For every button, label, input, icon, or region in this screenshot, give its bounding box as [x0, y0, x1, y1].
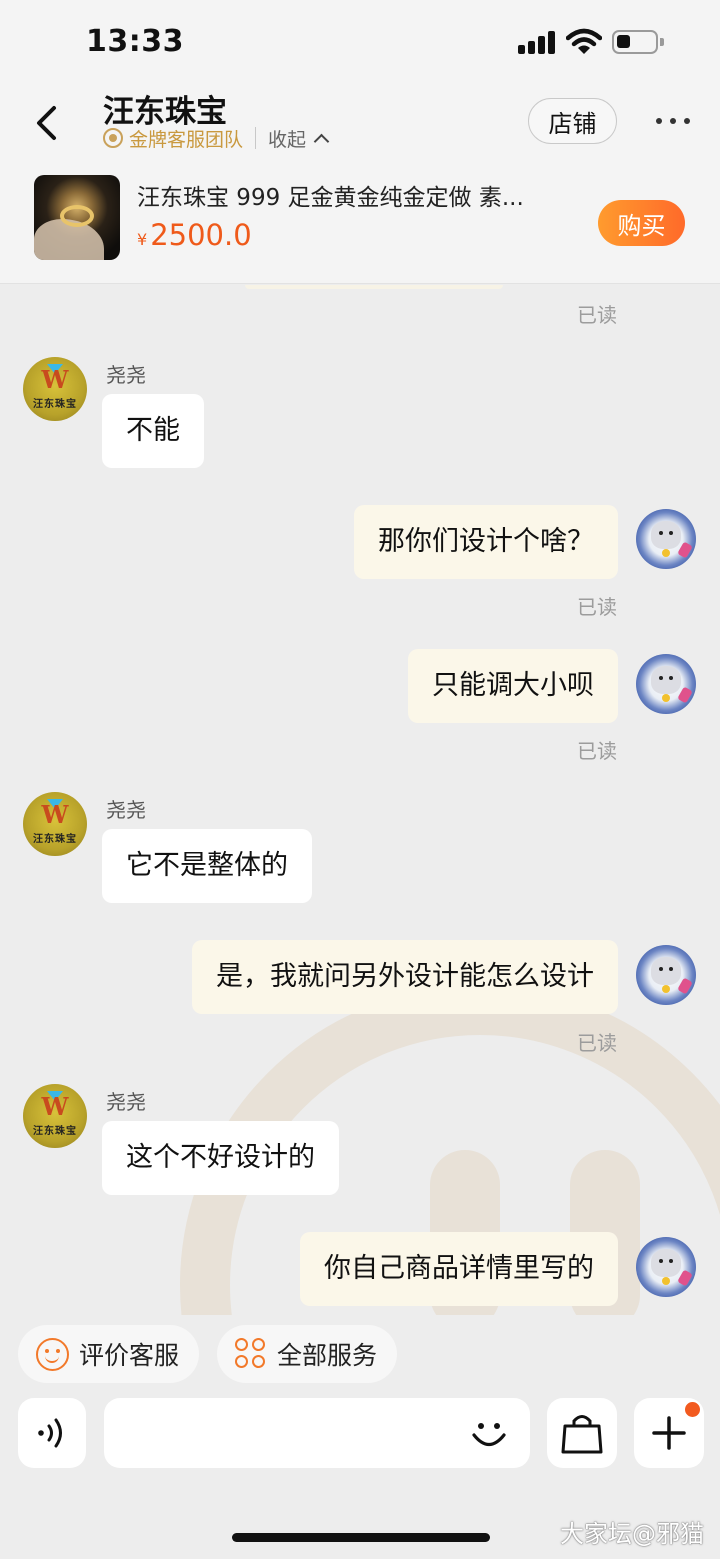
agent-avatar[interactable]: W 汪东珠宝 [23, 1084, 87, 1148]
chat-header: 汪东珠宝 金牌客服团队 收起 店铺 汪东珠宝 999 足金黄金纯金定做 素...… [0, 84, 720, 284]
status-bar: 13:33 [0, 0, 720, 84]
all-services-label: 全部服务 [277, 1341, 378, 1370]
header-subline: 金牌客服团队 收起 [103, 124, 330, 152]
buy-button[interactable]: 购买 [598, 200, 685, 246]
read-receipt: 已读 [577, 1031, 617, 1055]
user-avatar[interactable] [636, 945, 696, 1005]
agent-avatar[interactable]: W 汪东珠宝 [23, 357, 87, 421]
services-grid-icon [235, 1338, 267, 1370]
user-avatar[interactable] [636, 654, 696, 714]
battery-icon [612, 30, 664, 54]
message-bubble-received[interactable]: 不能 [102, 394, 204, 468]
service-team-label: 金牌客服团队 [129, 128, 244, 151]
cellular-signal-icon [518, 30, 558, 54]
shopping-bag-button[interactable] [547, 1398, 617, 1468]
read-receipt: 已读 [577, 595, 617, 619]
read-receipt: 已读 [577, 739, 617, 763]
read-receipt: 已读 [577, 303, 617, 327]
image-watermark: 大家坛@邪猫 [560, 1520, 704, 1548]
sender-name: 尧尧 [106, 798, 146, 822]
collapse-button[interactable]: 收起 [268, 125, 306, 152]
message-bubble-received[interactable]: 它不是整体的 [102, 829, 312, 903]
smile-icon [36, 1337, 69, 1371]
chevron-up-icon[interactable] [313, 133, 330, 149]
status-time: 13:33 [86, 24, 184, 59]
user-avatar[interactable] [636, 509, 696, 569]
agent-avatar[interactable]: W 汪东珠宝 [23, 792, 87, 856]
rate-service-label: 评价客服 [79, 1341, 180, 1370]
rate-service-button[interactable]: 评价客服 [18, 1325, 200, 1383]
sender-name: 尧尧 [106, 363, 146, 387]
price-value: 2500.0 [150, 218, 252, 252]
product-price: ¥2500.0 [137, 218, 252, 252]
back-button[interactable] [30, 104, 64, 142]
emoji-icon[interactable] [470, 1414, 508, 1452]
message-bubble-received[interactable]: 这个不好设计的 [102, 1121, 339, 1195]
voice-icon [38, 1418, 62, 1448]
message-input[interactable] [104, 1398, 530, 1468]
shopping-bag-icon [561, 1415, 603, 1454]
wifi-icon [566, 28, 602, 54]
all-services-button[interactable]: 全部服务 [217, 1325, 398, 1383]
message-bubble-sent[interactable]: 你自己商品详情里写的 [300, 1232, 618, 1306]
input-bar [0, 1398, 720, 1470]
message-bubble-sent[interactable]: 那你们设计个啥？ [354, 505, 618, 579]
message-bubble-sent[interactable]: 是，我就问另外设计能怎么设计 [192, 940, 618, 1014]
user-avatar[interactable] [636, 1237, 696, 1297]
message-bubble-sent[interactable]: 只能调大小呗 [408, 649, 618, 723]
product-thumbnail[interactable] [34, 175, 120, 260]
divider [255, 127, 257, 149]
home-indicator[interactable] [232, 1533, 490, 1542]
voice-input-button[interactable] [18, 1398, 86, 1468]
message-list[interactable]: 已读 W 汪东珠宝 尧尧 不能 那你们设计个啥？ 已读 只能调大小呗 已读 W 汪东… [0, 285, 720, 1315]
previous-message-bubble-edge [245, 285, 503, 289]
notification-dot [683, 1400, 702, 1419]
store-button[interactable]: 店铺 [528, 98, 617, 144]
more-options-icon[interactable] [656, 118, 690, 126]
currency-symbol: ¥ [137, 230, 148, 249]
sender-name: 尧尧 [106, 1090, 146, 1114]
product-title[interactable]: 汪东珠宝 999 足金黄金纯金定做 素... [137, 178, 567, 212]
medal-icon [103, 128, 123, 148]
quick-actions: 评价客服 全部服务 [18, 1325, 398, 1383]
